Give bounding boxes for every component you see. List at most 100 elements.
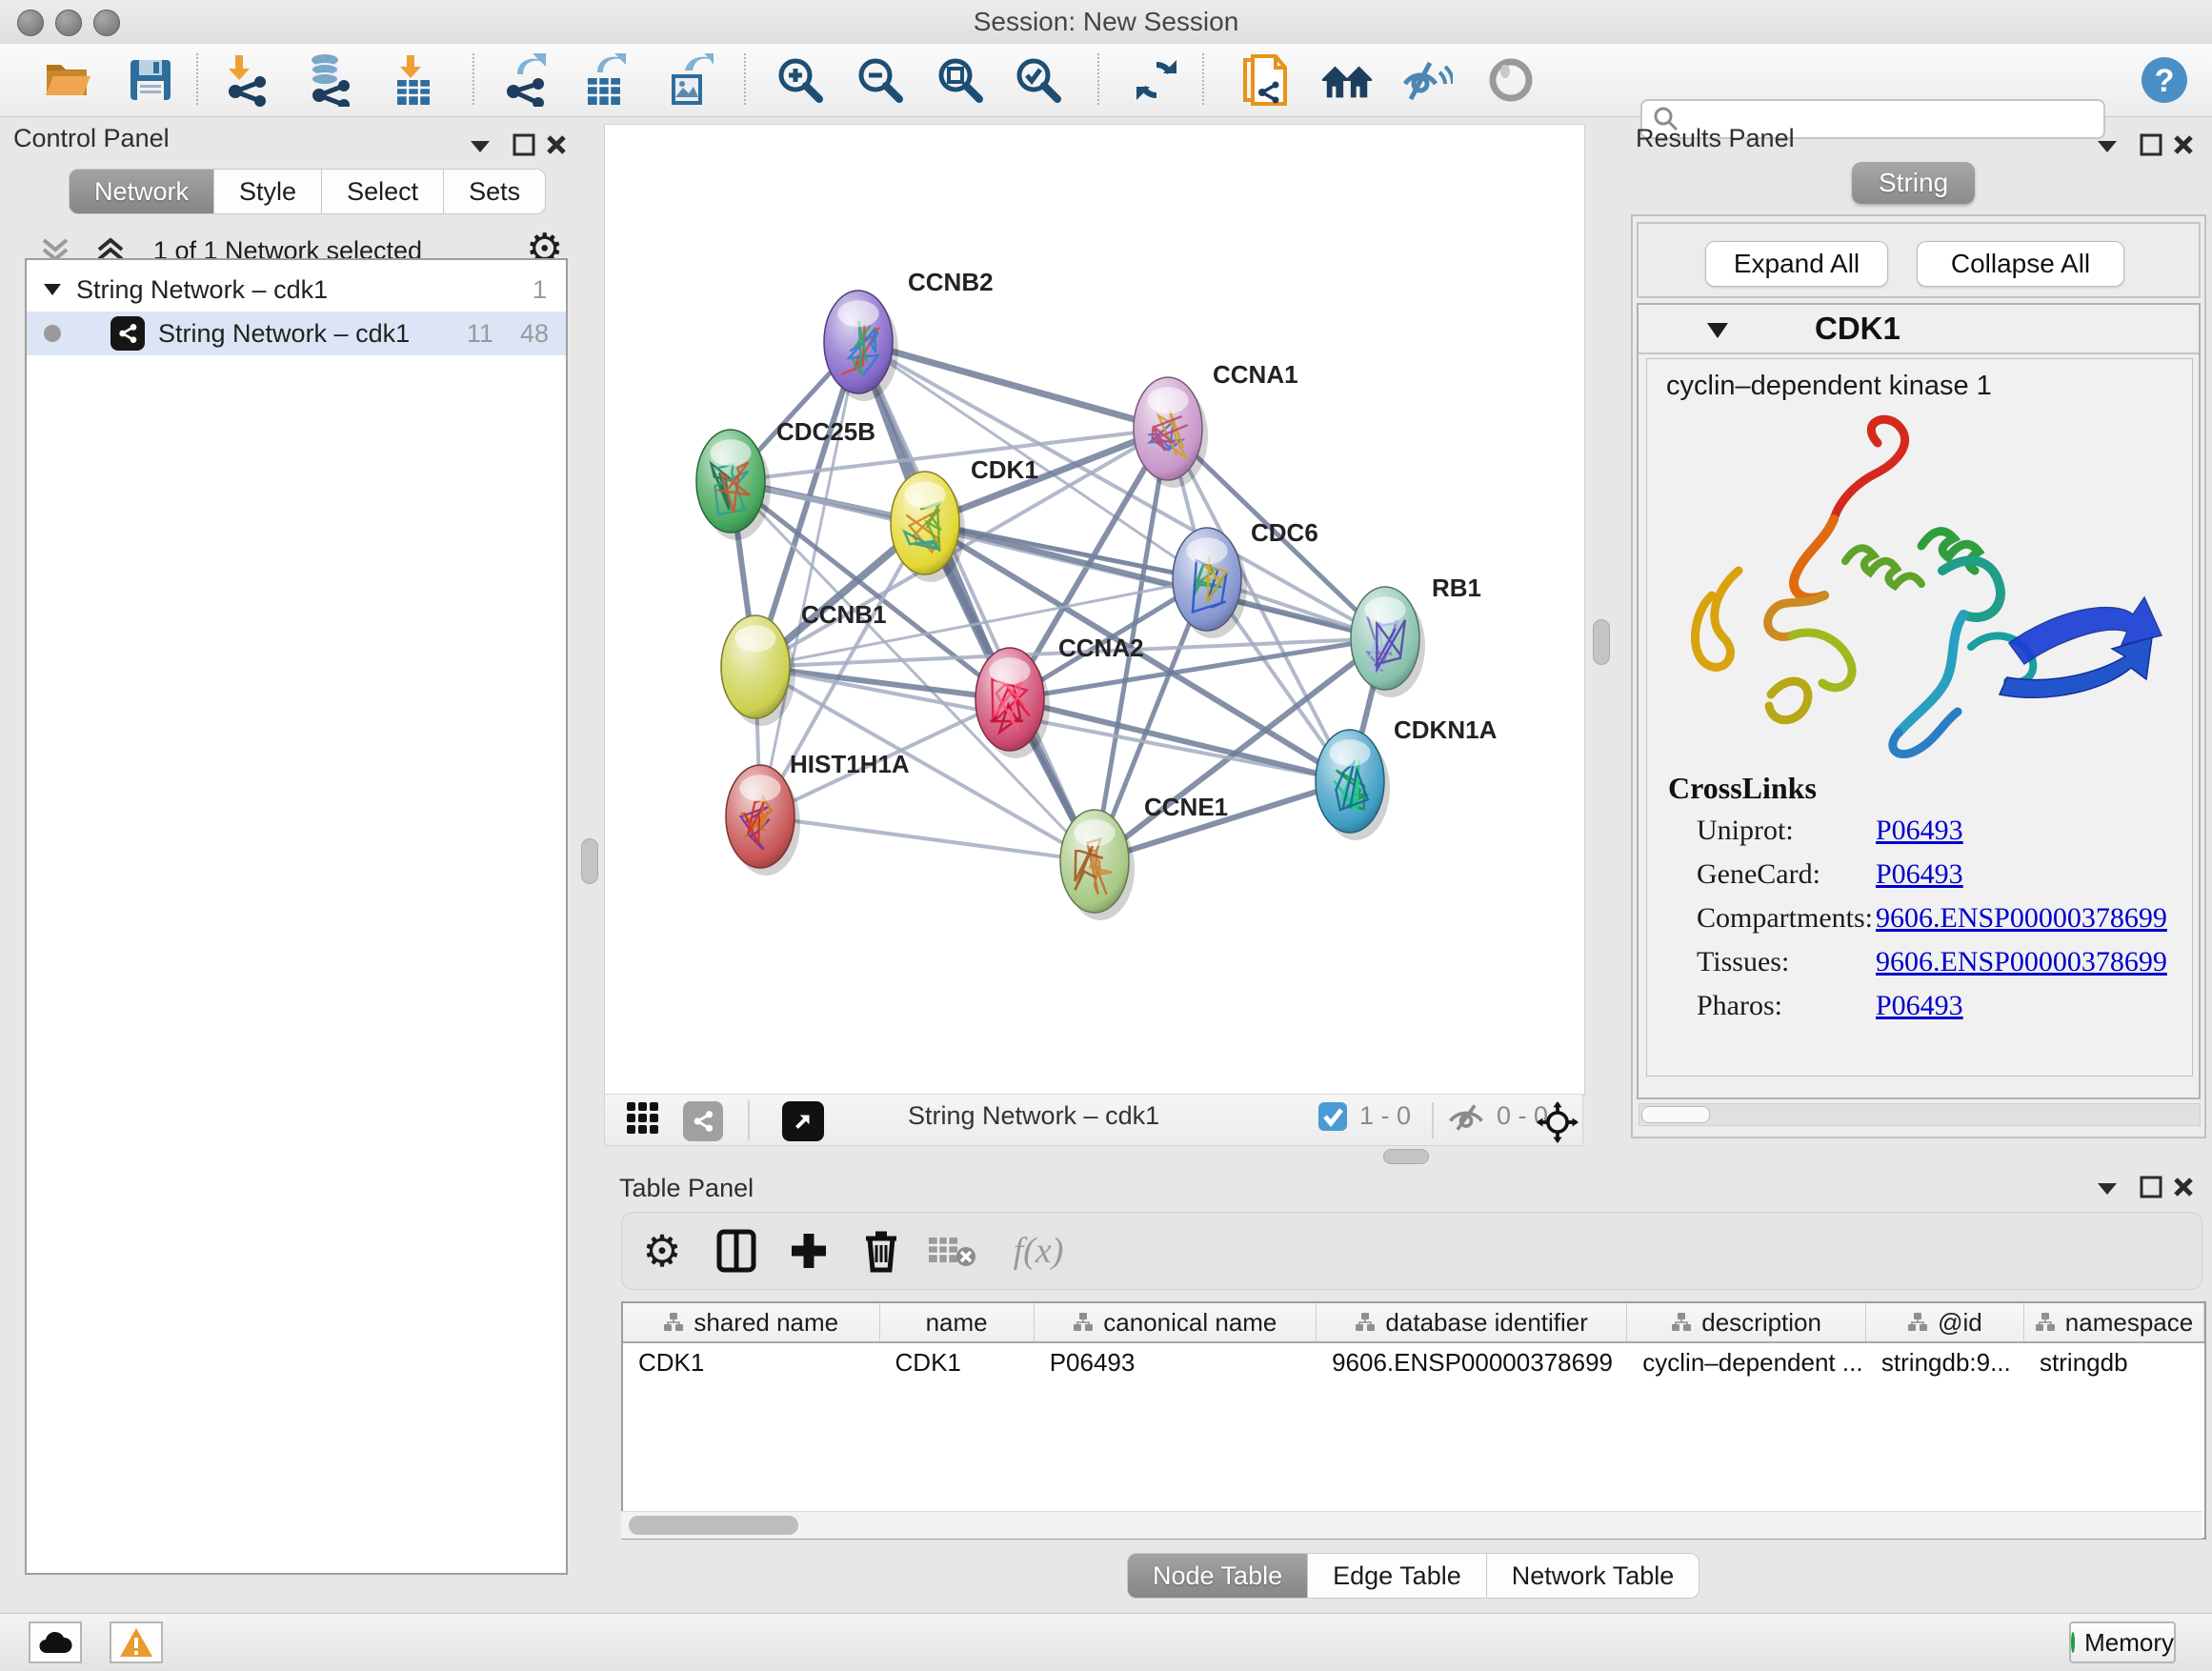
column-header-database-identifier[interactable]: database identifier [1317, 1303, 1627, 1341]
network-canvas[interactable]: CCNB2CCNA1CDC25BCDK1CDC6RB1CCNB1CCNA2CDK… [604, 124, 1585, 1096]
tab-edge-table[interactable]: Edge Table [1308, 1553, 1487, 1599]
show-columns-button[interactable] [710, 1224, 763, 1278]
zoom-in-button[interactable] [774, 53, 827, 107]
open-session-button[interactable] [42, 53, 95, 107]
tab-network-table[interactable]: Network Table [1487, 1553, 1700, 1599]
control-panel-tabs: NetworkStyleSelectSets [69, 169, 546, 214]
network-node-CCNE1[interactable] [1060, 810, 1135, 920]
table-row[interactable]: CDK1CDK1P064939606.ENSP00000378699cyclin… [623, 1343, 2204, 1381]
expand-all-button[interactable]: Expand All [1705, 241, 1888, 287]
tab-select[interactable]: Select [322, 169, 444, 214]
crosslink-link[interactable]: P06493 [1876, 815, 1963, 847]
network-node-CDKN1A[interactable] [1316, 730, 1390, 840]
table-cell[interactable]: stringdb:9... [1866, 1343, 2024, 1381]
network-node-CCNB1[interactable] [721, 615, 795, 726]
open-in-window-button[interactable] [782, 1101, 824, 1141]
inactive-lens-button[interactable] [1484, 53, 1538, 107]
string-style-button[interactable] [683, 1101, 723, 1141]
collapse-triangle-icon[interactable] [42, 281, 63, 298]
column-header-description[interactable]: description [1627, 1303, 1866, 1341]
tab-style[interactable]: Style [214, 169, 322, 214]
table-cell[interactable]: CDK1 [880, 1343, 1035, 1381]
delete-column-button[interactable] [855, 1224, 908, 1278]
birdseye-view-button[interactable] [626, 1101, 660, 1136]
zoom-selected-button[interactable] [1012, 53, 1065, 107]
column-header-@id[interactable]: @id [1866, 1303, 2024, 1341]
results-hscrollbar-thumb[interactable] [1641, 1106, 1710, 1123]
network-edge-CCNB2-CCNA1[interactable] [858, 342, 1168, 429]
memory-button[interactable]: Memory [2069, 1621, 2176, 1663]
collapse-all-button[interactable]: Collapse All [1917, 241, 2124, 287]
network-node-RB1[interactable] [1351, 587, 1425, 697]
table-options-button[interactable]: ⚙ [635, 1224, 689, 1278]
results-hscrollbar[interactable] [1639, 1103, 2201, 1126]
gene-card-header[interactable]: CDK1 [1639, 305, 2199, 354]
collapse-triangle-icon[interactable] [1705, 320, 1730, 341]
import-network-database-button[interactable] [303, 53, 356, 107]
column-header-namespace[interactable]: namespace [2024, 1303, 2204, 1341]
column-type-icon [1671, 1312, 1692, 1333]
export-table-button[interactable] [579, 53, 633, 107]
crosslink-link[interactable]: 9606.ENSP00000378699 [1876, 902, 2167, 935]
string-import-button[interactable] [1238, 53, 1292, 107]
home-networks-button[interactable] [1320, 53, 1374, 107]
column-header-shared-name[interactable]: shared name [623, 1303, 880, 1341]
network-node-CCNB2[interactable] [824, 291, 898, 401]
results-panel-window-controls[interactable] [2092, 133, 2197, 158]
table-cell[interactable]: CDK1 [623, 1343, 880, 1381]
network-edge-HIST1H1A-CCNE1[interactable] [760, 816, 1095, 861]
control-panel-window-controls[interactable] [465, 133, 570, 158]
column-header-name[interactable]: name [880, 1303, 1035, 1341]
network-node-CCNA2[interactable] [975, 648, 1050, 758]
tab-node-table[interactable]: Node Table [1127, 1553, 1308, 1599]
column-header-canonical-name[interactable]: canonical name [1035, 1303, 1317, 1341]
network-node-CDC6[interactable] [1173, 528, 1247, 638]
table-cell[interactable]: P06493 [1035, 1343, 1317, 1381]
crosslink-link[interactable]: P06493 [1876, 990, 1963, 1022]
import-table-button[interactable] [387, 53, 440, 107]
node-label-CCNA2: CCNA2 [1058, 634, 1144, 662]
left-splitter-handle[interactable] [581, 838, 598, 884]
network-row-selected[interactable]: String Network – cdk1 11 48 [27, 312, 566, 355]
selected-checkbox[interactable] [1317, 1101, 1348, 1132]
table-hscrollbar[interactable] [621, 1511, 2202, 1539]
help-button[interactable]: ? [2138, 53, 2191, 107]
cloud-status-button[interactable] [29, 1621, 82, 1663]
tab-sets[interactable]: Sets [444, 169, 546, 214]
float-panel-icon [2142, 135, 2161, 154]
crosslink-link[interactable]: 9606.ENSP00000378699 [1876, 946, 2167, 978]
right-splitter-handle[interactable] [1593, 619, 1610, 665]
string-network-view[interactable]: CCNB2CCNA1CDC25BCDK1CDC6RB1CCNB1CCNA2CDK… [605, 125, 1584, 1095]
save-session-button[interactable] [124, 53, 177, 107]
zoom-fit-button[interactable] [934, 53, 987, 107]
zoom-out-button[interactable] [854, 53, 907, 107]
table-cell[interactable]: 9606.ENSP00000378699 [1317, 1343, 1627, 1381]
table-cell[interactable]: stringdb [2024, 1343, 2204, 1381]
crosslink-label: Compartments: [1697, 902, 1873, 934]
tab-string[interactable]: String [1852, 162, 1975, 204]
export-image-icon [672, 53, 714, 105]
warnings-button[interactable] [110, 1621, 163, 1663]
hidden-toggle[interactable] [1447, 1101, 1485, 1134]
import-network-file-button[interactable] [221, 53, 274, 107]
fit-content-button[interactable] [1537, 1101, 1579, 1143]
table-panel-window-controls[interactable] [2092, 1176, 2197, 1200]
refresh-button[interactable] [1130, 53, 1183, 107]
delete-table-button[interactable] [925, 1224, 978, 1278]
add-column-button[interactable] [782, 1224, 835, 1278]
node-count: 11 [467, 319, 493, 349]
bottom-splitter-handle[interactable] [1383, 1149, 1429, 1164]
crosslink-link[interactable]: P06493 [1876, 858, 1963, 891]
enable-disable-button[interactable] [1400, 53, 1454, 107]
function-builder-button[interactable]: f(x) [995, 1224, 1081, 1278]
table-hscrollbar-thumb[interactable] [629, 1516, 798, 1535]
export-network-button[interactable] [499, 53, 553, 107]
tab-network[interactable]: Network [69, 169, 214, 214]
table-cell[interactable]: cyclin–dependent ... [1627, 1343, 1866, 1381]
string-document-icon [1245, 56, 1285, 104]
control-panel-title: Control Panel [13, 124, 170, 153]
network-node-HIST1H1A[interactable] [726, 765, 800, 876]
export-image-button[interactable] [663, 53, 716, 107]
network-edge-CCNB2-HIST1H1A[interactable] [760, 342, 858, 816]
network-collection-row[interactable]: String Network – cdk1 1 [27, 268, 566, 312]
